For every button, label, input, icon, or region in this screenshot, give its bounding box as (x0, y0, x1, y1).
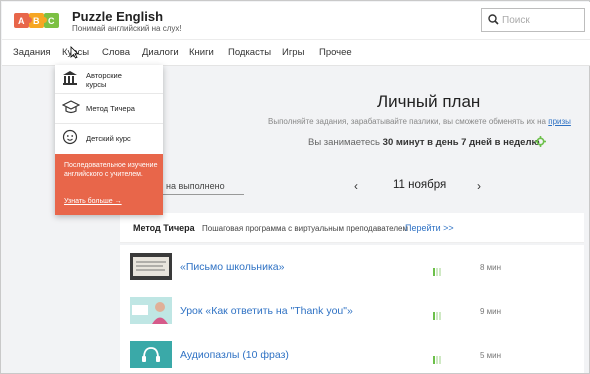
difficulty-bars (433, 263, 442, 281)
brand-tagline: Понимай английский на слух! (72, 24, 182, 33)
dropdown-item-kids-course[interactable]: Детский курс (55, 124, 163, 154)
lesson-duration: 5 мин (480, 351, 502, 360)
prizes-link[interactable]: призы (548, 117, 571, 126)
mouse-cursor-icon (70, 46, 79, 59)
museum-icon (63, 71, 77, 85)
lesson-duration: 9 мин (480, 307, 502, 316)
lesson-title[interactable]: «Письмо школьника» (180, 261, 284, 273)
teacher-thumbnail (130, 297, 172, 324)
logo-letter-b: B (33, 16, 40, 26)
dropdown-item-label: Метод Тичера (86, 104, 135, 113)
nav-item-podcasts[interactable]: Подкасты (228, 47, 271, 58)
nav-item-dialogs[interactable]: Диалоги (142, 47, 179, 58)
courses-dropdown: Авторские курсы Метод Тичера Детский кур… (55, 65, 163, 215)
dropdown-item-label: Детский курс (86, 134, 131, 143)
method-description: Пошаговая программа с виртуальным препод… (202, 224, 408, 233)
prev-day-arrow[interactable]: ‹ (354, 179, 358, 193)
list-item[interactable]: Урок «Как ответить на "Thank you"» 9 мин (120, 293, 584, 333)
gear-icon[interactable] (535, 136, 546, 147)
app-frame: A B C Puzzle English Понимай английский … (0, 0, 590, 374)
site-header: A B C Puzzle English Понимай английский … (2, 2, 590, 40)
goto-link[interactable]: Перейти >> (405, 223, 454, 233)
child-face-icon (62, 129, 78, 145)
list-item[interactable]: «Письмо школьника» 8 мин (120, 249, 584, 289)
nav-item-games[interactable]: Игры (282, 47, 304, 58)
logo-letter-a: A (18, 16, 25, 26)
page-title: Личный план (377, 92, 481, 111)
main-nav: Задания Курсы Слова Диалоги Книги Подкас… (2, 40, 590, 66)
learn-more-link[interactable]: Узнать больше → (64, 198, 122, 205)
headphones-thumbnail (130, 341, 172, 368)
method-header: Метод Тичера Пошаговая программа с вирту… (120, 213, 584, 243)
dropdown-item-author-courses[interactable]: Авторские курсы (55, 65, 163, 94)
nav-item-other[interactable]: Прочее (319, 47, 352, 58)
next-day-arrow[interactable]: › (477, 179, 481, 193)
difficulty-bars (433, 351, 442, 369)
lesson-title[interactable]: Урок «Как ответить на "Thank you"» (180, 305, 353, 317)
dropdown-item-teacher-method[interactable]: Метод Тичера (55, 94, 163, 124)
lesson-title[interactable]: Аудиопазлы (10 фраз) (180, 349, 289, 361)
graduation-cap-icon (62, 100, 80, 114)
brand-name[interactable]: Puzzle English (72, 9, 163, 24)
search-icon (488, 14, 499, 25)
promo-text: Последовательное изучение английского с … (64, 162, 158, 178)
difficulty-bars (433, 307, 442, 325)
lesson-duration: 8 мин (480, 263, 502, 272)
lesson-list: «Письмо школьника» 8 мин Урок «Как ответ… (120, 245, 584, 373)
logo-letter-c: C (48, 16, 55, 26)
schedule-value: 30 минут в день 7 дней в неделю (382, 137, 540, 148)
nav-item-tasks[interactable]: Задания (13, 47, 51, 58)
plan-description: Выполняйте задания, зарабатывайте пазлик… (268, 117, 571, 126)
letter-thumbnail (130, 253, 172, 280)
puzzle-logo-icon[interactable]: A B C (13, 9, 61, 33)
dropdown-item-label: Авторские курсы (86, 71, 122, 89)
teacher-promo: Последовательное изучение английского с … (55, 154, 163, 215)
nav-item-books[interactable]: Книги (189, 47, 214, 58)
current-date: 11 ноября (393, 179, 447, 191)
nav-item-words[interactable]: Слова (102, 47, 130, 58)
search-box[interactable] (481, 8, 585, 32)
progress-label: на выполнено (166, 181, 225, 191)
plan-description-text: Выполняйте задания, зарабатывайте пазлик… (268, 117, 546, 126)
plan-schedule: Вы занимаетесь 30 минут в день 7 дней в … (308, 137, 540, 148)
method-title: Метод Тичера (133, 223, 195, 233)
search-input[interactable] (502, 12, 582, 28)
schedule-prefix: Вы занимаетесь (308, 137, 381, 148)
list-item[interactable]: Аудиопазлы (10 фраз) 5 мин (120, 337, 584, 374)
